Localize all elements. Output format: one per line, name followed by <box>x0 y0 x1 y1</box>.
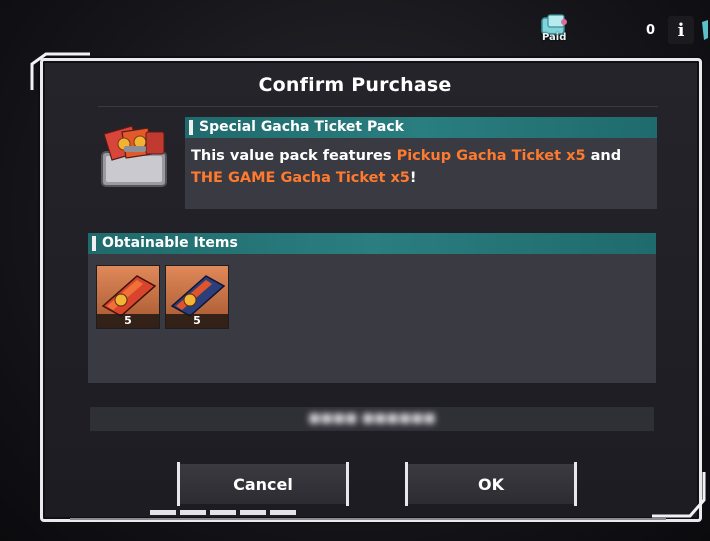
paid-currency-label: Paid <box>542 32 567 43</box>
bottom-stripe-decoration <box>150 510 296 515</box>
edge-currency-icon <box>702 20 708 40</box>
item-quantity: 5 <box>97 314 159 328</box>
ok-button-label: OK <box>478 474 504 494</box>
obtainable-items-panel: Obtainable Items 5 5 <box>88 233 656 383</box>
pack-name: Special Gacha Ticket Pack <box>199 119 404 135</box>
item-quantity: 5 <box>166 314 228 328</box>
button-bracket-right <box>574 462 577 506</box>
info-button[interactable]: i <box>668 16 694 44</box>
title-divider <box>98 106 658 107</box>
pack-header: Special Gacha Ticket Pack <box>185 117 657 138</box>
item-slot-pickup-ticket[interactable]: 5 <box>96 265 160 329</box>
ok-button[interactable]: OK <box>405 462 577 506</box>
dialog-corner-decoration <box>652 472 706 518</box>
obtainable-header: Obtainable Items <box>88 233 656 254</box>
header-accent-bar <box>189 120 193 135</box>
pack-desc-highlight-1: Pickup Gacha Ticket x5 <box>396 148 586 164</box>
pack-desc-suffix: ! <box>409 170 417 186</box>
pack-description: This value pack features Pickup Gacha Ti… <box>191 145 651 189</box>
header-accent-bar <box>92 236 96 251</box>
cancel-button[interactable]: Cancel <box>177 462 349 506</box>
blurred-text: ■■■■ ■■■■■■ <box>308 411 436 426</box>
pack-desc-mid: and <box>585 148 622 164</box>
blurred-info-bar: ■■■■ ■■■■■■ <box>90 407 654 431</box>
paid-currency-count: 0 <box>646 23 656 38</box>
item-slot-game-ticket[interactable]: 5 <box>165 265 229 329</box>
button-bracket-right <box>346 462 349 506</box>
ticket-pack-case-icon <box>101 125 167 187</box>
bottom-divider <box>70 518 666 520</box>
top-bar: Paid 0 i <box>0 0 710 52</box>
dialog-title: Confirm Purchase <box>258 74 452 96</box>
pack-desc-prefix: This value pack features <box>191 148 397 164</box>
button-bracket-left <box>177 462 180 506</box>
pack-desc-highlight-2: THE GAME Gacha Ticket x5 <box>191 170 410 186</box>
cancel-button-label: Cancel <box>233 474 293 494</box>
info-icon: i <box>677 19 685 41</box>
obtainable-title: Obtainable Items <box>102 235 238 251</box>
pack-info-panel: Special Gacha Ticket Pack This value pac… <box>185 117 657 209</box>
button-bracket-left <box>405 462 408 506</box>
